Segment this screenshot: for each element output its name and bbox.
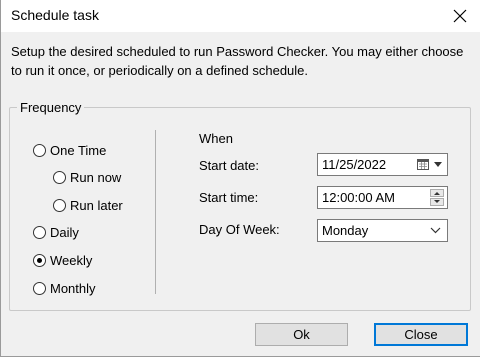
radio-weekly-label: Weekly: [50, 252, 93, 268]
radio-daily[interactable]: Daily: [33, 223, 79, 241]
calendar-icon[interactable]: [417, 159, 429, 170]
ok-button[interactable]: Ok: [255, 323, 348, 346]
start-date-value: 11/25/2022: [322, 157, 387, 172]
start-time-label: Start time:: [199, 190, 259, 205]
caret-down-icon: [434, 200, 440, 203]
day-of-week-value: Monday: [322, 223, 369, 238]
frequency-legend: Frequency: [17, 100, 85, 115]
radio-run-now[interactable]: Run now: [53, 168, 121, 186]
description-text: Setup the desired scheduled to run Passw…: [11, 44, 464, 78]
close-icon: [453, 9, 467, 23]
day-of-week-label: Day Of Week:: [199, 222, 280, 237]
window-title: Schedule task: [11, 7, 99, 23]
schedule-task-dialog: Schedule task Setup the desired schedule…: [0, 0, 480, 357]
chevron-down-icon: [430, 227, 441, 234]
radio-run-later[interactable]: Run later: [53, 196, 123, 214]
radio-circle: [53, 170, 66, 184]
radio-circle-checked: [33, 253, 46, 267]
caret-up-icon: [434, 192, 440, 195]
radio-circle: [53, 198, 66, 212]
start-time-field[interactable]: 12:00:00 AM: [317, 186, 448, 209]
day-of-week-select[interactable]: Monday: [317, 219, 448, 242]
group-divider: [155, 130, 156, 294]
caret-down-icon[interactable]: [434, 162, 442, 167]
start-time-value: 12:00:00 AM: [322, 190, 395, 205]
radio-circle: [33, 225, 46, 239]
radio-run-now-label: Run now: [70, 169, 122, 185]
close-window-button[interactable]: [447, 4, 473, 28]
spin-up-button[interactable]: [430, 189, 444, 197]
when-heading: When: [199, 131, 233, 146]
radio-one-time-label: One Time: [50, 142, 107, 158]
radio-monthly[interactable]: Monthly: [33, 279, 96, 297]
radio-monthly-label: Monthly: [50, 280, 96, 296]
start-date-picker[interactable]: 11/25/2022: [317, 153, 448, 176]
spin-down-button[interactable]: [430, 198, 444, 206]
radio-one-time[interactable]: One Time: [33, 141, 106, 159]
radio-circle: [33, 143, 46, 157]
start-date-label: Start date:: [199, 158, 259, 173]
radio-run-later-label: Run later: [70, 197, 123, 213]
title-bar: Schedule task: [1, 0, 480, 32]
radio-daily-label: Daily: [50, 224, 79, 240]
time-spinner[interactable]: [430, 189, 444, 206]
close-button[interactable]: Close: [374, 323, 468, 346]
radio-weekly[interactable]: Weekly: [33, 251, 92, 269]
radio-circle: [33, 281, 46, 295]
